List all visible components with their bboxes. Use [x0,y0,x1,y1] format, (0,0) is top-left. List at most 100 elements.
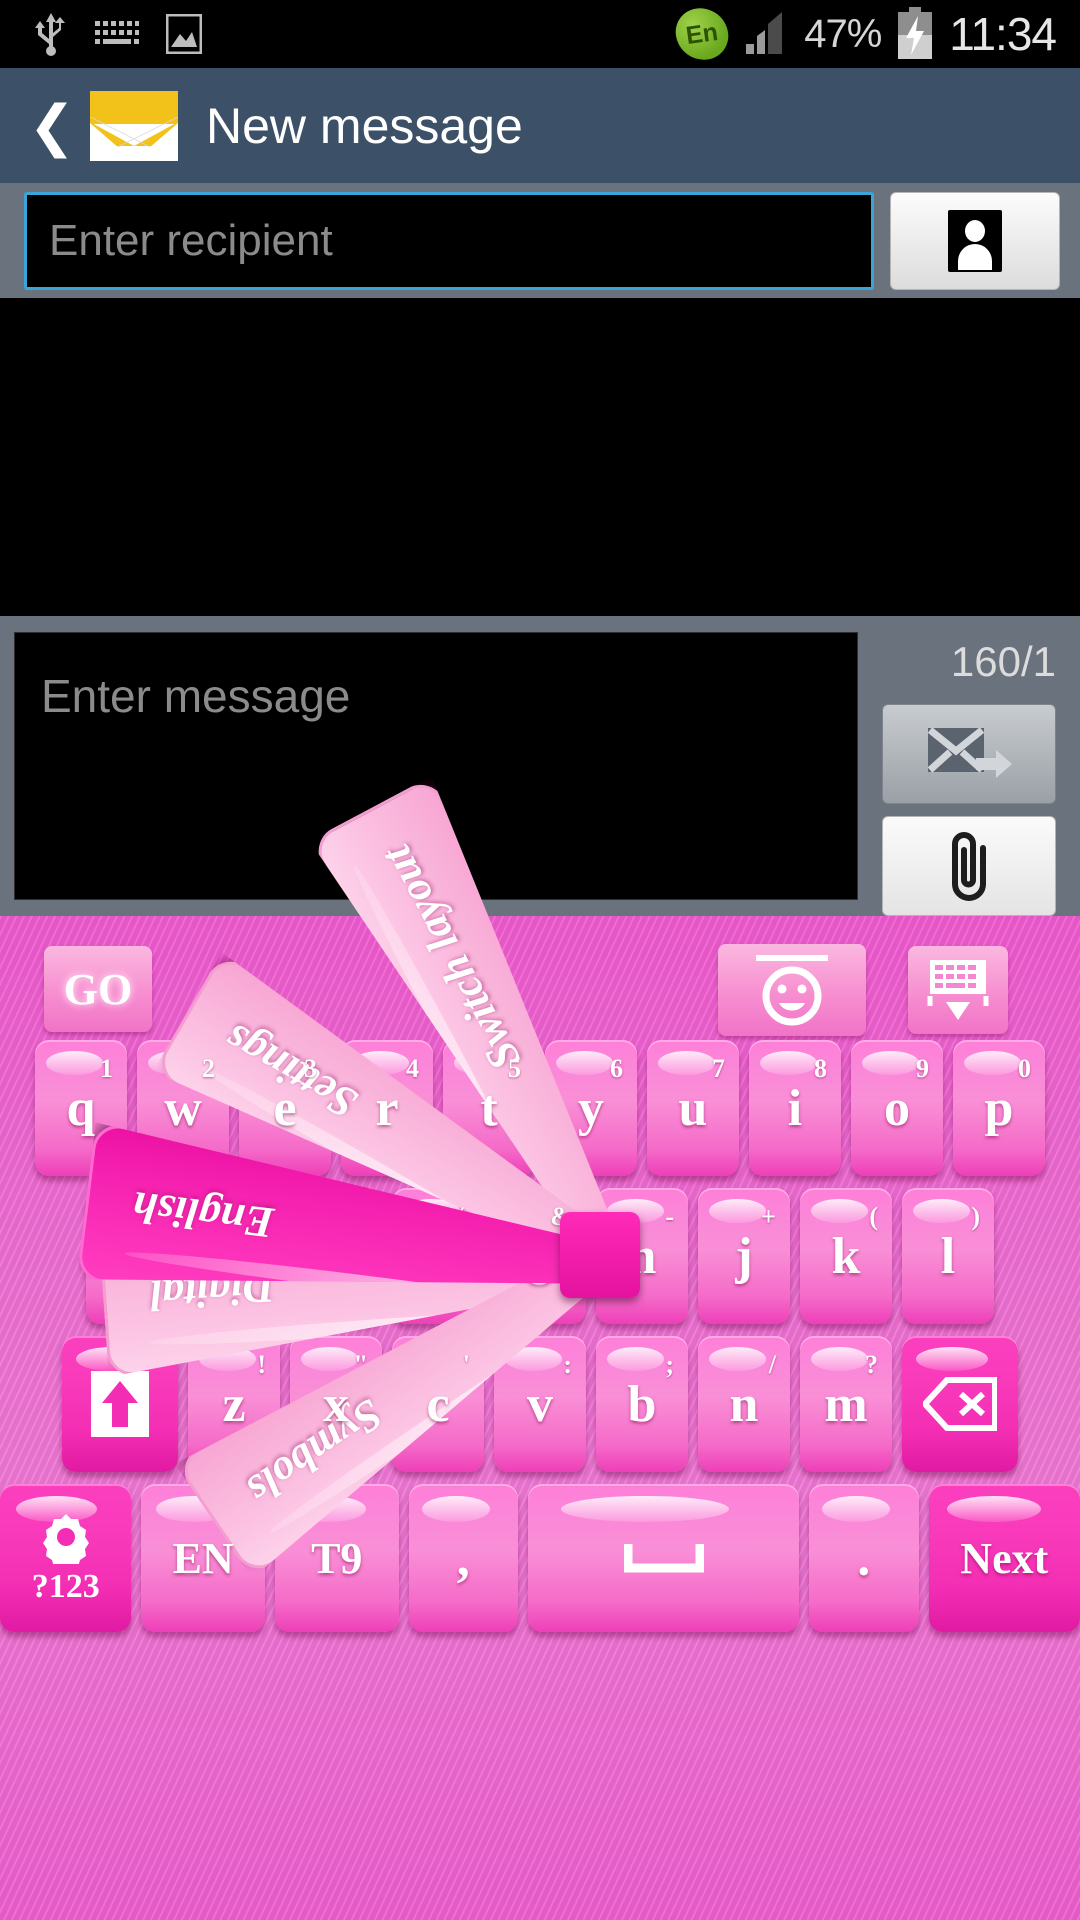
key-v[interactable]: :v [494,1336,586,1472]
recipient-placeholder: Enter recipient [49,215,333,265]
key-z[interactable]: ! z [188,1336,280,1472]
key-a[interactable]: @ a [86,1188,178,1324]
key-sup: $ [355,1202,368,1231]
key-sup: / [768,1350,776,1379]
key-i[interactable]: 8i [749,1040,841,1176]
symbols-key-label: ?123 [31,1568,100,1605]
key-label: m [824,1375,868,1433]
key-sup: 2 [202,1054,215,1083]
key-label: a [119,1227,145,1285]
key-label: d [321,1227,351,1285]
key-sup: 9 [916,1054,929,1083]
keyboard-row-2: @ a # s $ d % f & g -h + j (k ) l [0,1188,1080,1324]
key-sup: 5 [508,1054,521,1083]
key-sup: 8 [814,1054,827,1083]
action-bar: ❮ New message [0,68,1080,184]
comma-key[interactable]: , [408,1484,519,1632]
attach-button[interactable] [882,816,1056,916]
key-j[interactable]: + j [698,1188,790,1324]
key-sup: ( [869,1202,878,1231]
t9-key[interactable]: T9 [275,1484,399,1632]
key-y[interactable]: 6y [545,1040,637,1176]
key-b[interactable]: ; b [596,1336,688,1472]
key-k[interactable]: (k [800,1188,892,1324]
comma-key-label: , [456,1529,470,1587]
character-counter: 160/1 [950,638,1056,685]
go-keyboard-logo-button[interactable]: GO [44,946,152,1032]
phone-screen: En 47% 11:34 ❮ New message Enter recipie… [0,0,1080,1920]
key-sup: ' [462,1350,470,1379]
key-h[interactable]: -h [596,1188,688,1324]
key-label: q [66,1079,96,1137]
emoji-button[interactable] [718,944,866,1036]
key-sup: 0 [1018,1054,1031,1083]
key-t[interactable]: 5t [443,1040,535,1176]
go-keyboard: GO 1 q 2 w 3 e 4 r 5 t 6 y 7 u 8 i 9 o 0… [0,916,1080,1920]
key-sup: ; [665,1350,674,1379]
key-label: t [480,1079,498,1137]
space-key[interactable] [528,1484,800,1632]
key-sup: - [665,1202,674,1231]
back-chevron-icon[interactable]: ❮ [24,96,80,156]
key-sup: % [444,1202,470,1231]
key-sup: 4 [406,1054,419,1083]
key-n[interactable]: / n [698,1336,790,1472]
key-q[interactable]: 1q [35,1040,127,1176]
send-button[interactable] [882,704,1056,804]
next-key-label: Next [960,1533,1049,1583]
key-p[interactable]: 0p [953,1040,1045,1176]
space-bar-icon [623,1544,704,1573]
shift-key[interactable] [62,1336,178,1472]
key-o[interactable]: 9o [851,1040,943,1176]
key-d[interactable]: $ d [290,1188,382,1324]
key-s[interactable]: # s [188,1188,280,1324]
key-label: b [627,1375,657,1433]
usb-icon [35,13,65,56]
contacts-button[interactable] [890,191,1060,290]
key-l[interactable]: ) l [902,1188,994,1324]
key-sup: 1 [100,1054,113,1083]
key-sup: 3 [304,1054,317,1083]
key-sup: ) [971,1202,980,1231]
key-label: l [940,1227,956,1285]
key-r[interactable]: 4r [341,1040,433,1176]
key-label: u [678,1079,708,1137]
message-input[interactable]: Enter message [14,632,858,900]
paperclip-icon [952,832,986,901]
hide-keyboard-button[interactable] [908,946,1008,1034]
key-x[interactable]: " x [290,1336,382,1472]
screenshot-image-icon [166,14,202,54]
key-label: i [787,1079,803,1137]
key-c[interactable]: ' c [392,1336,484,1472]
recipient-input[interactable]: Enter recipient [24,191,874,290]
shift-up-arrow-icon [91,1371,149,1437]
key-label: c [426,1375,450,1433]
key-u[interactable]: 7u [647,1040,739,1176]
key-f[interactable]: % f [392,1188,484,1324]
next-key[interactable]: Next [928,1484,1080,1632]
envelope-icon [90,90,178,161]
key-g[interactable]: & g [494,1188,586,1324]
key-label: x [323,1375,349,1433]
key-w[interactable]: 2w [137,1040,229,1176]
t9-key-label: T9 [311,1533,363,1583]
language-badge-icon: En [672,4,732,64]
key-label: k [831,1227,861,1285]
compose-area: Enter message 160/1 [0,616,1080,916]
language-key-label: EN [172,1533,234,1583]
battery-charging-icon [898,7,933,59]
keyboard-icon [95,21,139,44]
language-key[interactable]: EN [141,1484,265,1632]
period-key[interactable]: . [809,1484,919,1632]
hide-keyboard-icon [927,960,989,1020]
backspace-key[interactable] [902,1336,1018,1472]
key-sup: ! [257,1350,266,1379]
key-label: y [578,1079,604,1137]
key-label: r [375,1079,399,1137]
key-sup: & [550,1202,572,1231]
key-e[interactable]: 3e [239,1040,331,1176]
key-m[interactable]: ? m [800,1336,892,1472]
key-label: o [884,1079,910,1137]
key-sup: 6 [610,1054,623,1083]
symbols-key[interactable]: ?123 [0,1484,132,1632]
